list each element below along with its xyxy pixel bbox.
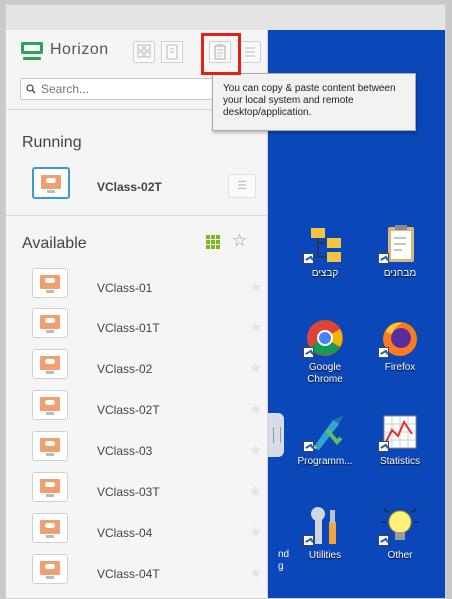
desktop-icon-other[interactable]: Other	[365, 506, 435, 562]
desktop-icon-files[interactable]: קבצים	[290, 224, 360, 280]
desktop-icon-programs[interactable]: Programm...	[290, 412, 360, 468]
firefox-icon	[378, 318, 422, 358]
desktop-icon-firefox[interactable]: Firefox	[365, 318, 435, 374]
desktop-pool-icon	[32, 554, 68, 584]
item-label: VClass-02T	[97, 403, 160, 417]
highlight-box	[201, 33, 241, 75]
horizon-logo-icon	[20, 41, 44, 61]
options-menu-button[interactable]	[239, 41, 261, 63]
item-label: VClass-01	[97, 281, 153, 295]
list-item-vclass-02[interactable]: VClass-02 ★	[20, 346, 262, 386]
statistics-icon	[378, 412, 422, 452]
item-label: VClass-03T	[97, 485, 160, 499]
favorite-star-icon[interactable]: ★	[249, 523, 262, 541]
brand-name: Horizon	[50, 41, 109, 58]
monitors-icon	[137, 44, 151, 58]
item-label: VClass-02	[97, 362, 153, 376]
partial-desktop-label: nd	[278, 549, 290, 560]
item-label: VClass-04T	[97, 567, 160, 581]
favorite-star-icon[interactable]: ★	[249, 400, 262, 418]
desktop-pool-icon	[32, 472, 68, 502]
favorites-filter-star-icon[interactable]: ☆	[232, 231, 247, 251]
search-input[interactable]	[41, 81, 211, 97]
grid-view-button[interactable]	[204, 233, 222, 251]
clipboard-tooltip: You can copy & paste content between you…	[212, 73, 416, 131]
file-transfer-button[interactable]	[161, 41, 183, 63]
favorite-star-icon[interactable]: ★	[249, 278, 262, 296]
running-section-title: Running	[22, 134, 82, 151]
desktop-pool-icon	[32, 268, 68, 298]
horizon-window: קבצים מבחנים Google Chrome Firefox Progr…	[5, 4, 446, 599]
list-icon: ☰	[237, 180, 247, 192]
desktop-icon-exams[interactable]: מבחנים	[365, 224, 435, 280]
desktop-icon-statistics[interactable]: Statistics	[365, 412, 435, 468]
favorite-star-icon[interactable]: ★	[249, 564, 262, 582]
file-icon	[166, 44, 178, 60]
list-item-vclass-04[interactable]: VClass-04 ★	[20, 510, 262, 550]
divider	[6, 215, 268, 216]
running-item[interactable]: VClass-02T	[20, 165, 260, 205]
item-label: VClass-03	[97, 444, 153, 458]
favorite-star-icon[interactable]: ★	[249, 318, 262, 336]
favorite-star-icon[interactable]: ★	[249, 441, 262, 459]
desktop-pool-icon	[32, 431, 68, 461]
search-field[interactable]	[20, 78, 216, 100]
panel-drag-handle[interactable]	[268, 413, 284, 457]
partial-desktop-label: g	[278, 561, 284, 572]
clipboard-icon	[378, 224, 422, 264]
desktop-pool-icon	[32, 513, 68, 543]
favorite-star-icon[interactable]: ★	[249, 482, 262, 500]
available-section-title: Available	[22, 235, 87, 252]
programs-icon	[303, 412, 347, 452]
list-item-vclass-02t[interactable]: VClass-02T ★	[20, 387, 262, 427]
grid-icon	[206, 235, 220, 249]
desktop-icon-chrome[interactable]: Google Chrome	[290, 318, 360, 386]
list-item-vclass-01t[interactable]: VClass-01T ★	[20, 305, 262, 345]
list-item-vclass-03t[interactable]: VClass-03T ★	[20, 469, 262, 509]
chrome-icon	[303, 318, 347, 358]
utilities-icon	[303, 506, 347, 546]
running-item-menu-button[interactable]: ☰	[228, 174, 256, 198]
desktop-pool-icon	[32, 167, 70, 199]
list-icon	[245, 47, 255, 57]
item-label: VClass-04	[97, 526, 153, 540]
desktop-pool-icon	[32, 349, 68, 379]
favorite-star-icon[interactable]: ★	[249, 359, 262, 377]
item-label: VClass-01T	[97, 321, 160, 335]
list-item-vclass-03[interactable]: VClass-03 ★	[20, 428, 262, 468]
search-icon	[26, 84, 36, 94]
desktop-pool-icon	[32, 390, 68, 420]
desktop-icon-utilities[interactable]: Utilities	[290, 506, 360, 562]
list-item-vclass-01[interactable]: VClass-01 ★	[20, 265, 262, 305]
running-item-label: VClass-02T	[97, 180, 162, 194]
lightbulb-icon	[378, 506, 422, 546]
folder-tree-icon	[303, 224, 347, 264]
desktop-pool-icon	[32, 308, 68, 338]
multi-monitor-button[interactable]	[133, 41, 155, 63]
list-item-vclass-04t[interactable]: VClass-04T ★	[20, 551, 262, 591]
